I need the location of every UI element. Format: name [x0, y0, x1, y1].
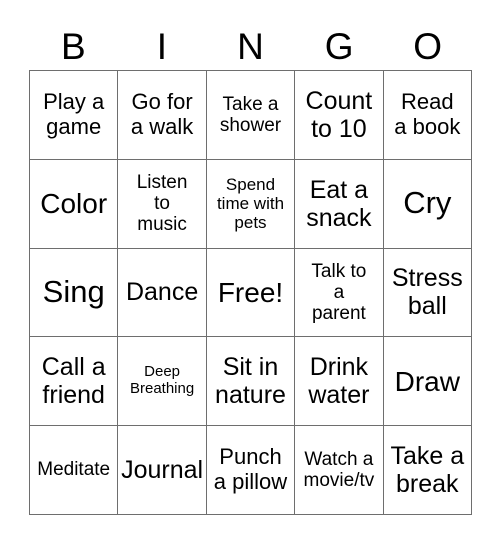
bingo-cell-label: Journal: [121, 456, 204, 485]
bingo-cell[interactable]: Talk to a parent: [295, 248, 384, 338]
bingo-cell-label: Watch a movie/tv: [303, 448, 375, 492]
bingo-cell-label: Count to 10: [305, 86, 373, 143]
bingo-cell[interactable]: Call a friend: [30, 337, 119, 427]
bingo-card: B I N G O Play a game Go for a walk Take a…: [0, 0, 500, 544]
bingo-cell[interactable]: Punch a pillow: [206, 426, 296, 515]
bingo-cell[interactable]: Listen to music: [118, 159, 207, 249]
bingo-cell-label: Stress ball: [391, 264, 463, 321]
bingo-cell-label: Draw: [394, 365, 460, 397]
bingo-cell-label: Read a book: [394, 89, 461, 139]
bingo-cell-label: Free!: [217, 276, 284, 308]
bingo-cell[interactable]: Spend time with pets: [206, 159, 296, 249]
bingo-cell[interactable]: Count to 10: [295, 71, 384, 160]
bingo-cell[interactable]: Watch a movie/tv: [295, 426, 384, 515]
bingo-cell-label: Punch a pillow: [213, 444, 288, 495]
header-letter-b: B: [60, 25, 86, 67]
bingo-cell[interactable]: Eat a snack: [295, 159, 384, 249]
bingo-cell-label: Dance: [125, 278, 199, 307]
bingo-cell[interactable]: Cry: [383, 159, 472, 249]
bingo-cell-label: Take a break: [390, 442, 465, 499]
bingo-cell-label: Deep Breathing: [129, 363, 195, 398]
bingo-cell[interactable]: Dance: [118, 248, 207, 338]
bingo-cell[interactable]: Take a break: [383, 426, 472, 515]
bingo-cell-label: Listen to music: [136, 171, 188, 236]
bingo-cell-label: Play a game: [43, 89, 105, 139]
bingo-cell[interactable]: Sing: [30, 248, 119, 338]
bingo-cell[interactable]: Take a shower: [206, 71, 296, 160]
header-letter-n: N: [237, 25, 264, 67]
header-letter-g: G: [324, 25, 354, 67]
bingo-header-letters: B I N G O: [29, 22, 472, 70]
bingo-cell-label: Color: [40, 188, 108, 220]
bingo-cell[interactable]: Meditate: [30, 426, 119, 515]
bingo-cell-label: Call a friend: [41, 353, 106, 410]
bingo-cell[interactable]: Color: [30, 159, 119, 249]
bingo-cell[interactable]: Stress ball: [383, 248, 472, 338]
bingo-grid: Play a game Go for a walk Take a shower Cou…: [29, 70, 472, 515]
bingo-cell-label: Drink water: [308, 353, 370, 410]
bingo-cell-label: Sit in nature: [215, 353, 286, 410]
bingo-cell-label: Sing: [42, 274, 105, 310]
bingo-cell[interactable]: Drink water: [295, 337, 384, 427]
bingo-cell[interactable]: Read a book: [383, 71, 472, 160]
bingo-cell[interactable]: Journal: [118, 426, 207, 515]
bingo-cell-label: Meditate: [37, 459, 111, 481]
header-letter-o: O: [413, 25, 443, 67]
bingo-cell[interactable]: Draw: [383, 337, 472, 427]
bingo-cell[interactable]: Play a game: [30, 71, 119, 160]
bingo-cell-label: Eat a snack: [306, 175, 372, 232]
bingo-cell-label: Spend time with pets: [216, 175, 285, 233]
bingo-cell-label: Cry: [403, 185, 452, 221]
bingo-cell[interactable]: Go for a walk: [118, 71, 207, 160]
bingo-cell-label: Take a shower: [219, 93, 282, 136]
bingo-cell[interactable]: Deep Breathing: [118, 337, 207, 427]
bingo-cell-label: Talk to a parent: [311, 260, 367, 325]
bingo-cell[interactable]: Free!: [206, 248, 296, 338]
bingo-cell-label: Go for a walk: [130, 89, 194, 139]
bingo-cell[interactable]: Sit in nature: [206, 337, 296, 427]
header-letter-i: I: [156, 25, 168, 67]
